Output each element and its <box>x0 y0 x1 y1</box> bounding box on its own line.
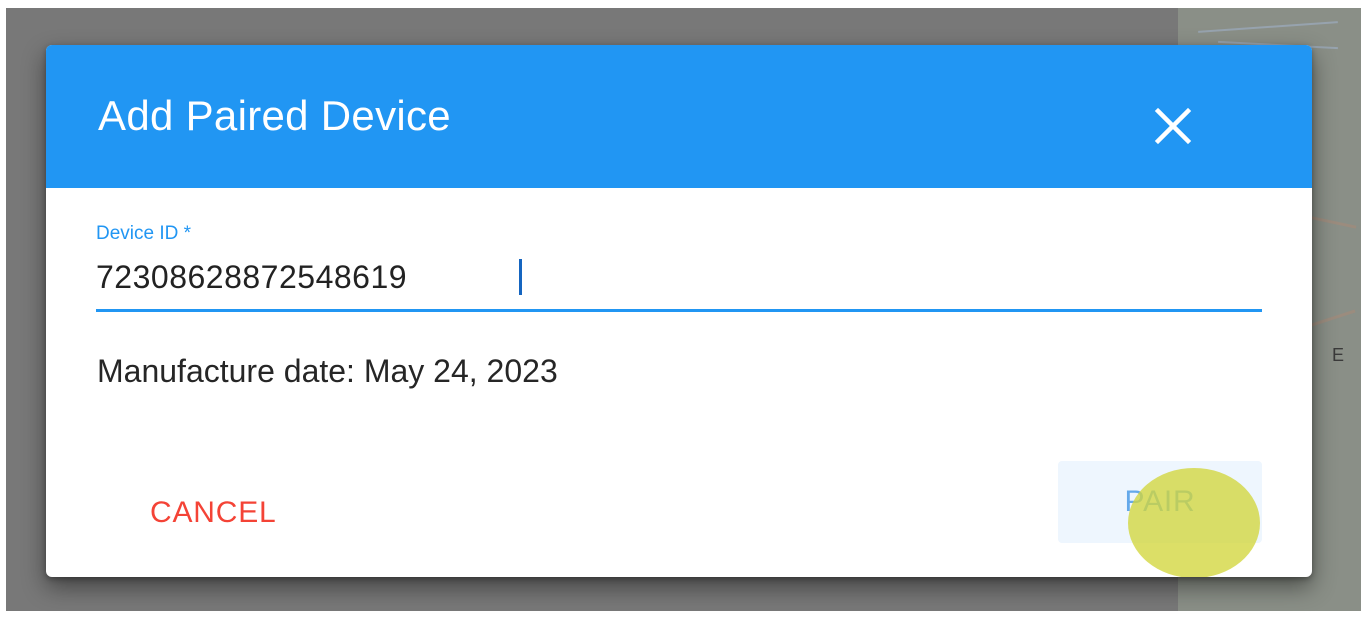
manufacture-date-text: Manufacture date: May 24, 2023 <box>97 353 558 389</box>
dialog-title: Add Paired Device <box>98 92 451 139</box>
text-caret <box>519 259 522 295</box>
map-water-line <box>1198 21 1338 33</box>
close-button[interactable] <box>1144 93 1208 157</box>
dialog-header: Add Paired Device <box>46 45 1312 188</box>
device-id-input[interactable] <box>96 253 1262 301</box>
device-id-label: Device ID * <box>96 223 192 244</box>
pair-button[interactable]: PAIR <box>1058 461 1262 543</box>
add-paired-device-dialog: Add Paired Device Device ID * Manufactur… <box>46 45 1312 577</box>
close-icon <box>1144 93 1208 157</box>
device-id-field[interactable]: Device ID * <box>96 221 1262 313</box>
cancel-button[interactable]: CANCEL <box>116 473 336 553</box>
screen: E Add Paired Device Device ID * Manufact… <box>0 0 1361 619</box>
device-id-underline <box>96 309 1262 312</box>
map-label-fragment: E <box>1332 345 1345 365</box>
